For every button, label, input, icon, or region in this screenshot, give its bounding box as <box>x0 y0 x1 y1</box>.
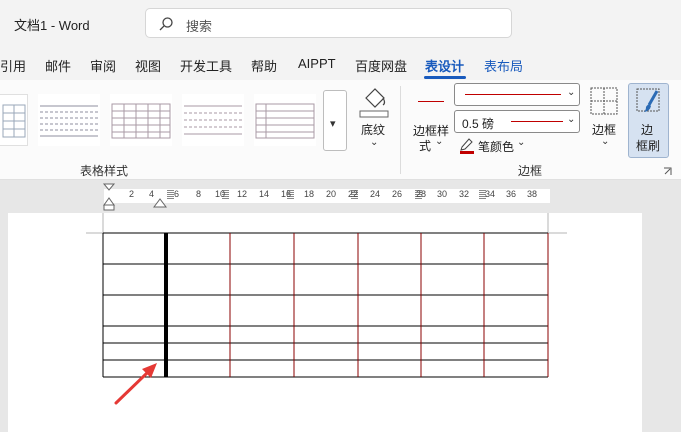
ruler-number: 28 <box>416 189 427 199</box>
left-indent-marker-icon[interactable] <box>101 183 117 211</box>
red-arrow-icon <box>114 363 157 405</box>
table-style-thumb[interactable] <box>182 94 244 146</box>
border-painter-label-1: 边 <box>641 123 654 137</box>
ribbon: ▾ 底纹 ⌄ 边框样 式 ⌄ ⌄ 0.5 磅 ⌄ 笔颜色 ⌄ 边框 ⌄ 边 框刷… <box>0 80 681 180</box>
chevron-down-icon: ⌄ <box>435 136 444 147</box>
table-style-grid-icon <box>2 104 26 138</box>
tab-aippt[interactable]: AIPPT <box>298 56 336 71</box>
chevron-down-icon: ⌄ <box>517 137 526 148</box>
tab-developer[interactable]: 开发工具 <box>180 56 232 75</box>
ruler-number: 24 <box>370 189 381 199</box>
ruler-number: 14 <box>259 189 270 199</box>
hanging-indent-marker-icon[interactable] <box>152 195 168 211</box>
ruler-number: 22 <box>348 189 359 199</box>
search-placeholder: 搜索 <box>186 19 213 34</box>
pen-color-icon <box>460 138 474 154</box>
chevron-down-icon: ⌄ <box>567 114 576 125</box>
document-canvas <box>86 213 567 405</box>
search-input[interactable]: 搜索 <box>145 8 512 38</box>
border-painter-label-2: 框刷 <box>636 139 661 153</box>
horizontal-ruler: 2 4 6 8 10 12 14 16 18 20 22 24 26 28 30… <box>0 181 681 213</box>
ruler-number: 20 <box>326 189 337 199</box>
ruler-number: 12 <box>237 189 248 199</box>
border-painter-button[interactable]: 边 框刷 <box>628 83 669 158</box>
vertical-scrollbar[interactable] <box>642 213 681 432</box>
borders-grid-icon <box>590 87 618 115</box>
tab-help[interactable]: 帮助 <box>251 56 277 75</box>
ruler-number: 8 <box>196 189 202 199</box>
shading-button[interactable]: 底纹 <box>361 121 385 138</box>
line-weight-value: 0.5 磅 <box>462 117 495 131</box>
title-bar: 文档1 - Word 搜索 <box>0 0 681 46</box>
tab-baidu-netdisk[interactable]: 百度网盘 <box>355 56 407 75</box>
table-style-thumb[interactable] <box>110 94 172 146</box>
ruler-number: 34 <box>485 189 496 199</box>
line-style-select[interactable]: ⌄ <box>454 83 580 106</box>
borders-group-label: 边框 <box>518 164 543 178</box>
border-style-preview <box>418 101 444 102</box>
ruler-number: 2 <box>129 189 135 199</box>
ruler-number: 4 <box>149 189 155 199</box>
ruler-number: 16 <box>281 189 292 199</box>
table-style-lines-icon <box>184 105 242 135</box>
ruler-number: 10 <box>215 189 226 199</box>
tab-mailings[interactable]: 邮件 <box>45 56 71 75</box>
table-style-thumb[interactable] <box>38 94 100 146</box>
line-weight-select[interactable]: 0.5 磅 ⌄ <box>454 110 580 133</box>
chevron-down-icon: ⌄ <box>567 87 576 98</box>
ruler-number: 26 <box>392 189 403 199</box>
ruler-number: 6 <box>174 189 180 199</box>
document-table[interactable] <box>102 232 549 378</box>
ruler-number: 30 <box>437 189 448 199</box>
ruler-number: 18 <box>304 189 315 199</box>
table-style-lines-icon <box>40 105 98 137</box>
chevron-down-icon: ▾ <box>330 118 336 130</box>
table-style-lines-icon <box>255 103 315 139</box>
line-style-preview <box>465 94 561 95</box>
dialog-launcher-icon[interactable] <box>663 167 672 176</box>
search-icon <box>159 17 173 31</box>
table-style-thumb[interactable] <box>0 94 28 146</box>
tab-references[interactable]: 引用 <box>0 56 26 75</box>
ruler-number: 38 <box>527 189 538 199</box>
group-divider <box>400 86 401 174</box>
ribbon-tabs: 引用 邮件 审阅 视图 开发工具 帮助 AIPPT 百度网盘 表设计 表布局 <box>0 46 681 80</box>
pen-color-button[interactable]: 笔颜色 <box>478 138 514 155</box>
border-styles-label-2: 式 <box>419 139 432 153</box>
document-page[interactable] <box>8 213 642 432</box>
line-weight-preview <box>511 121 563 122</box>
chevron-down-icon: ⌄ <box>601 136 610 147</box>
tab-table-layout[interactable]: 表布局 <box>484 56 523 75</box>
tab-table-design[interactable]: 表设计 <box>425 56 464 75</box>
tab-review[interactable]: 审阅 <box>90 56 116 75</box>
tab-view[interactable]: 视图 <box>135 56 161 75</box>
table-styles-group-label: 表格样式 <box>80 164 129 178</box>
window-title: 文档1 - Word <box>14 18 90 33</box>
chevron-down-icon: ⌄ <box>370 137 379 148</box>
column-marker[interactable] <box>167 189 174 199</box>
shading-bucket-icon <box>359 88 389 118</box>
margin-guides <box>86 213 567 234</box>
border-painter-brush-icon <box>636 88 660 112</box>
ruler-number: 36 <box>506 189 517 199</box>
table-style-lines-icon <box>111 103 171 139</box>
gallery-more-button[interactable]: ▾ <box>323 90 347 151</box>
active-tab-indicator <box>424 76 466 79</box>
table-style-thumb[interactable] <box>254 94 316 146</box>
ruler-number: 32 <box>459 189 470 199</box>
